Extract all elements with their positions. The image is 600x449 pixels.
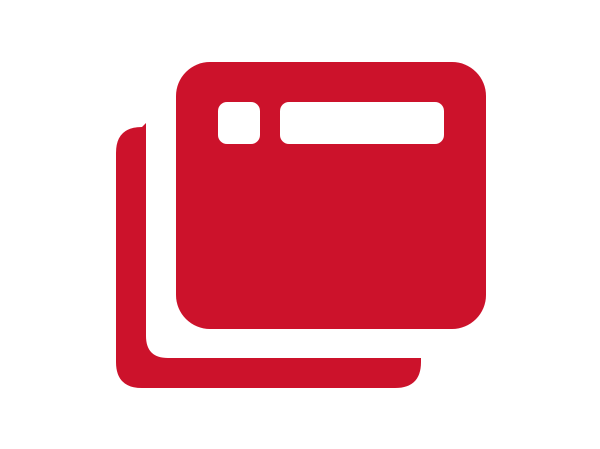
icon-canvas — [0, 0, 600, 449]
browser-windows-icon — [0, 0, 600, 449]
window-title-bar — [280, 102, 444, 144]
window-control-square — [218, 102, 260, 144]
browser-windows-icon-svg — [116, 62, 486, 388]
